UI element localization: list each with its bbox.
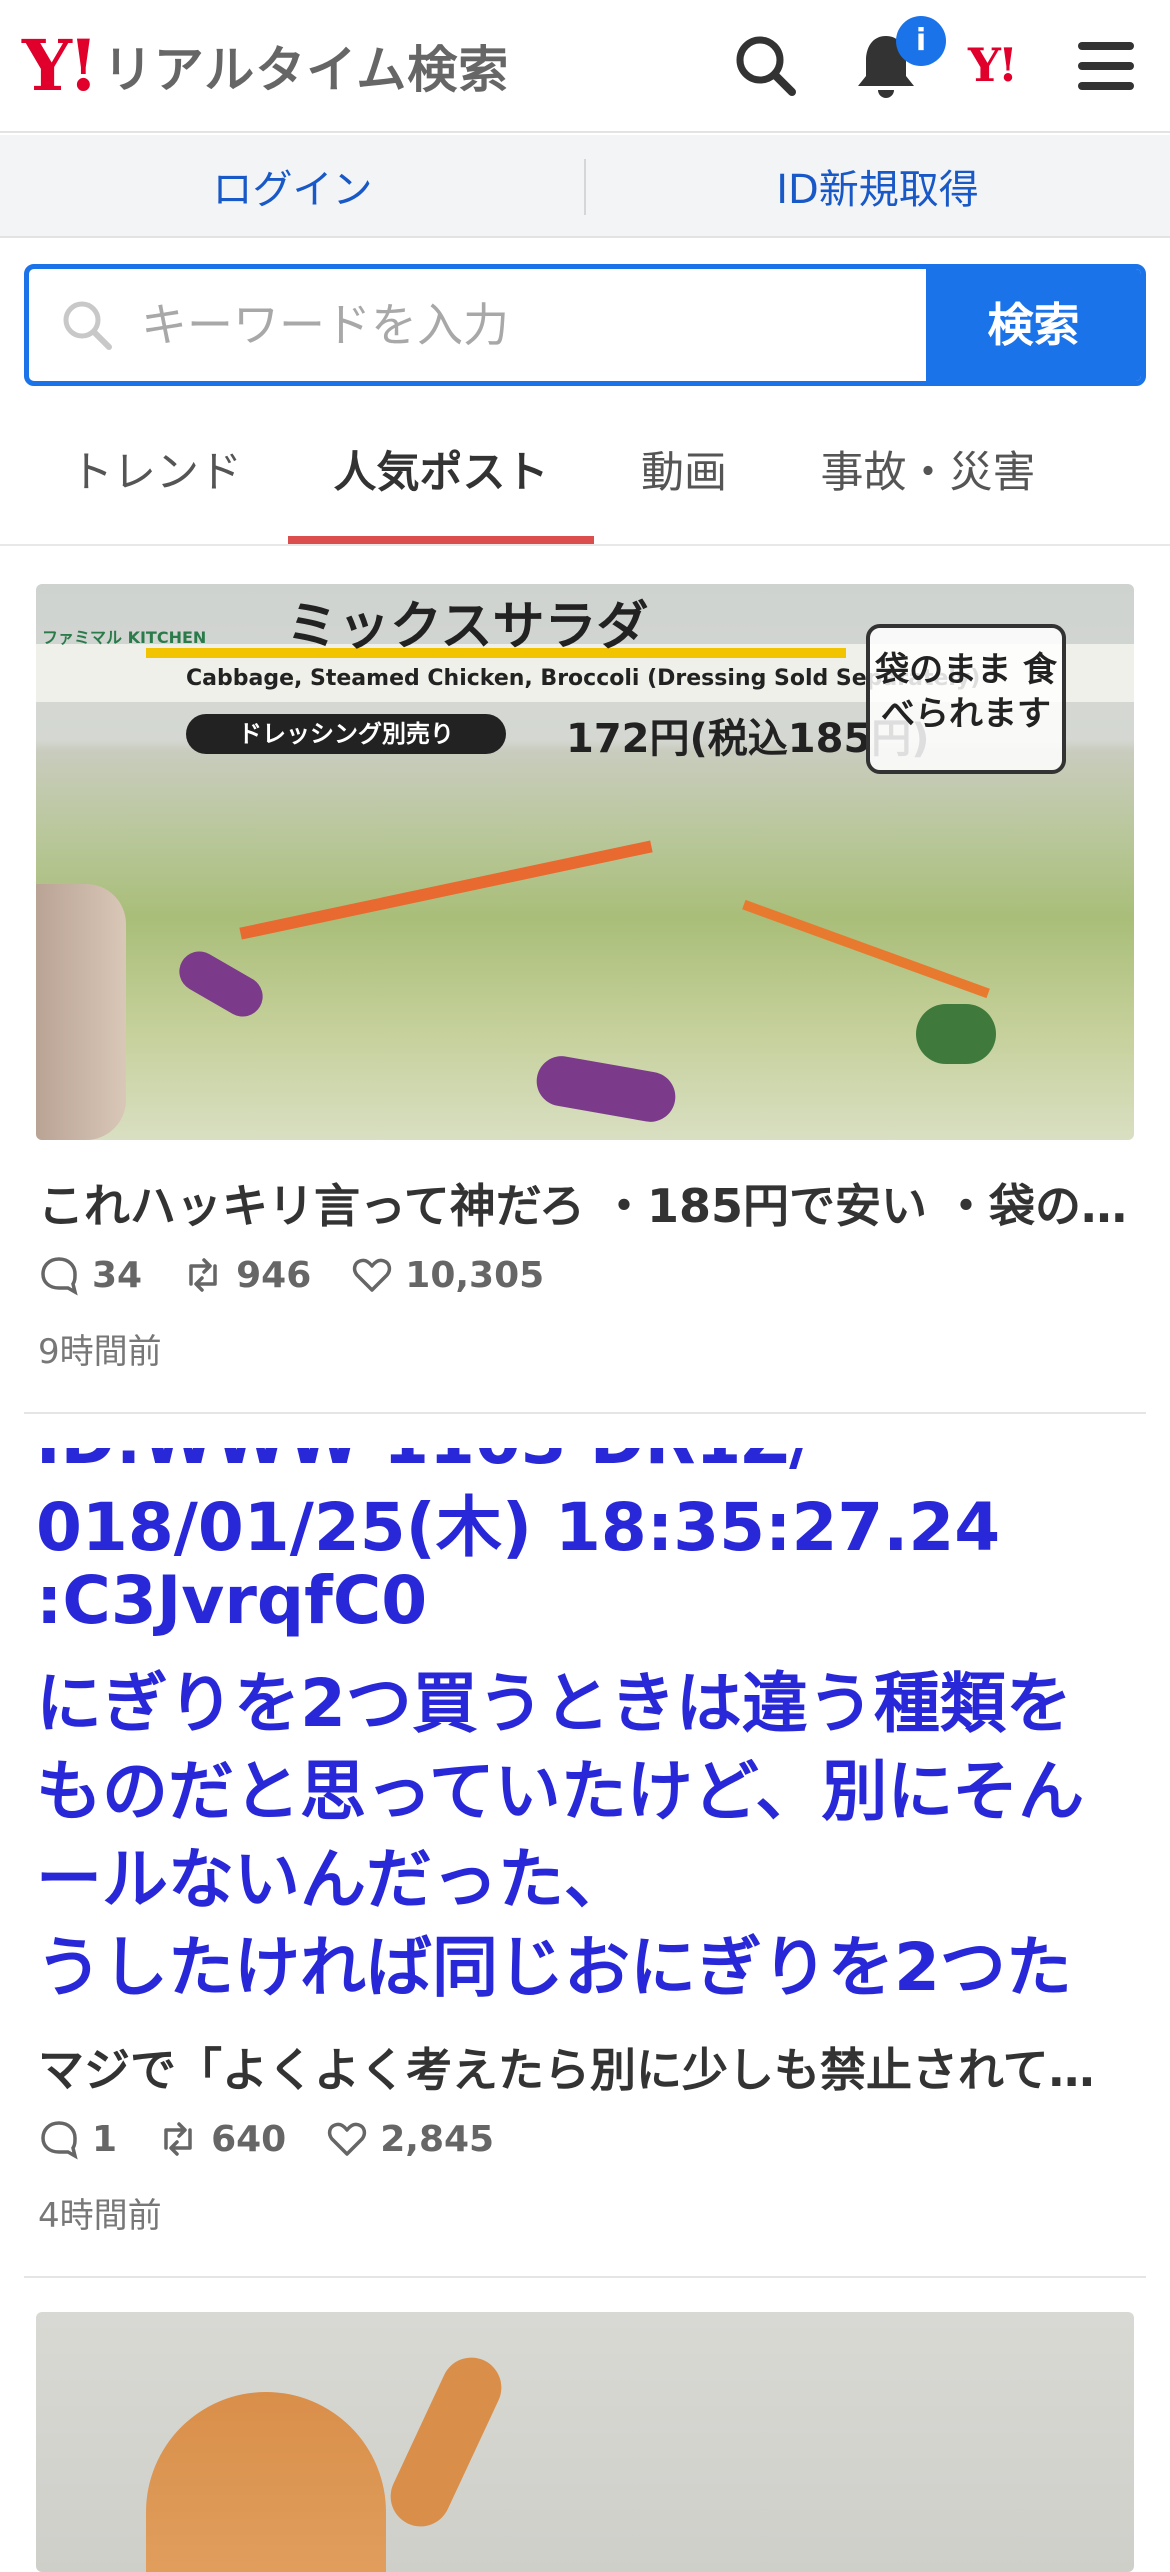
tab-bar: トレンド 人気ポスト 動画 事故・災害 [0, 410, 1170, 546]
signup-link[interactable]: ID新規取得 [585, 157, 1170, 215]
package-english-text: Cabbage, Steamed Chicken, Broccoli (Dres… [186, 666, 981, 691]
tab-video[interactable]: 動画 [610, 410, 758, 544]
post-image[interactable]: ファミマル KITCHEN ミックスサラダ Cabbage, Steamed C… [36, 584, 1134, 1140]
image-text-line: ものだと思っていたけど、別にそん [36, 1753, 1085, 1830]
reply-count-value: 34 [92, 1254, 143, 1296]
app-header: Y! リアルタイム検索 i Y! [0, 0, 1170, 133]
repost-icon [189, 1258, 217, 1292]
post-title[interactable]: これハッキリ言って神だろ ・185円で安い ・袋のままで食べられる [38, 1170, 1128, 1236]
post-time: 9時間前 [38, 1332, 162, 1372]
image-text-line: ールないんだった、 [36, 1841, 630, 1918]
package-product-name: ミックスサラダ [286, 597, 649, 657]
hand-shape [36, 884, 126, 1140]
heart-icon [353, 1258, 392, 1292]
cat-shape [146, 2392, 386, 2572]
reply-count[interactable]: 1 [38, 2118, 117, 2160]
login-link[interactable]: ログイン [0, 157, 585, 215]
active-tab-indicator [288, 536, 594, 544]
hamburger-menu-icon[interactable] [1068, 28, 1144, 104]
package-dressing-label: ドレッシング別売り [186, 714, 506, 754]
post-image[interactable] [36, 2312, 1134, 2572]
yahoo-realtime-logo[interactable]: Y! リアルタイム検索 [22, 26, 509, 106]
post-time: 4時間前 [38, 2196, 162, 2236]
yahoo-japan-icon[interactable]: Y! [968, 38, 1018, 92]
post-stats: 1 640 2,845 [38, 2114, 534, 2164]
image-text-line: うしたければ同じおにぎりを2つた [36, 1929, 1072, 2004]
package-brand: ファミマル KITCHEN [42, 628, 207, 647]
heart-icon [328, 2122, 367, 2156]
carrot-shape [239, 840, 653, 940]
reply-icon [41, 1257, 78, 1296]
reply-count[interactable]: 34 [38, 1254, 142, 1296]
logo-title: リアルタイム検索 [102, 41, 510, 99]
post-card[interactable]: ID:WWW 1103 DR1Z/ 018/01/25(木) 18:35:27.… [24, 1448, 1146, 2278]
tab-popular-posts[interactable]: 人気ポスト [288, 410, 594, 544]
post-image[interactable]: ID:WWW 1103 DR1Z/ 018/01/25(木) 18:35:27.… [36, 1448, 1134, 2004]
repost-count-value: 640 [211, 2118, 287, 2160]
notification-badge: i [896, 16, 946, 66]
like-count-value: 2,845 [380, 2118, 495, 2160]
search-icon[interactable] [728, 28, 804, 104]
search-input[interactable] [141, 269, 941, 381]
reply-count-value: 1 [92, 2118, 118, 2160]
reply-icon [41, 2121, 78, 2160]
account-bar: ログイン ID新規取得 [0, 135, 1170, 238]
search-field-icon [63, 301, 112, 350]
broccoli-shape [916, 1004, 996, 1064]
red-cabbage-shape [532, 1052, 680, 1126]
package-bag-note: 袋のまま 食べられます [866, 624, 1066, 774]
carrot-shape [742, 899, 990, 999]
account-bar-divider [584, 159, 586, 215]
yahoo-logo-mark: Y! [22, 24, 99, 107]
image-text-line: :C3JvrqfC0 [36, 1562, 428, 1639]
cat-tail-shape [380, 2347, 512, 2537]
like-count-value: 10,305 [405, 1254, 545, 1296]
post-stats: 34 946 10,305 [38, 1250, 584, 1300]
repost-icon [164, 2122, 192, 2156]
post-divider [24, 2276, 1146, 2278]
search-button[interactable]: 検索 [926, 269, 1141, 381]
image-text-line: にぎりを2つ買うときは違う種類を [36, 1665, 1072, 1742]
post-card[interactable] [24, 2312, 1146, 2572]
repost-count[interactable]: 946 [182, 1254, 311, 1296]
red-cabbage-shape [172, 944, 270, 1024]
like-count[interactable]: 2,845 [326, 2118, 494, 2160]
repost-count[interactable]: 640 [157, 2118, 286, 2160]
repost-count-value: 946 [236, 1254, 312, 1296]
tab-accident-disaster[interactable]: 事故・災害 [790, 410, 1066, 544]
post-card[interactable]: ファミマル KITCHEN ミックスサラダ Cabbage, Steamed C… [24, 584, 1146, 1414]
tab-trend[interactable]: トレンド [40, 410, 272, 544]
like-count[interactable]: 10,305 [351, 1254, 544, 1296]
image-text-line: 018/01/25(木) 18:35:27.24 [36, 1489, 1001, 1566]
post-divider [24, 1412, 1146, 1414]
search-box: 検索 [24, 264, 1146, 386]
post-title[interactable]: マジで「よくよく考えたら別に少しも禁止されてないのに [38, 2034, 1128, 2100]
